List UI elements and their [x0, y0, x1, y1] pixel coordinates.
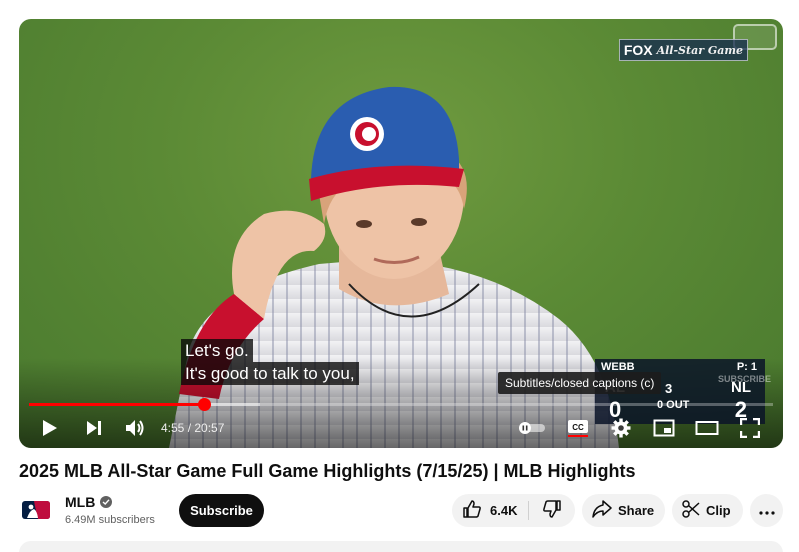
time-display: 4:55 / 20:57 [161, 421, 225, 435]
mlb-logo-icon [22, 501, 50, 519]
like-button[interactable]: 6.4K [452, 494, 528, 527]
fullscreen-icon [740, 418, 760, 438]
caption-line: Let's go. [181, 339, 253, 362]
miniplayer-button[interactable] [649, 411, 679, 445]
share-icon [592, 500, 612, 521]
player-controls: 4:55 / 20:57 CC [19, 411, 783, 445]
progress-bar[interactable] [29, 398, 773, 411]
play-icon [42, 419, 58, 437]
channel-name-label[interactable]: MLB [65, 494, 95, 510]
caption-line: It's good to talk to you, [181, 362, 359, 385]
played-bar [29, 403, 204, 406]
mute-button[interactable] [120, 411, 150, 445]
network-logo: FOX [623, 42, 653, 58]
autoplay-toggle-icon [518, 421, 546, 435]
description-card[interactable] [19, 541, 783, 552]
thumbs-up-icon [462, 499, 482, 522]
broadcast-logo: FOX All-Star Game [618, 39, 748, 61]
scissors-icon [682, 500, 700, 521]
subscribe-watermark[interactable]: SUBSCRIBE [718, 374, 771, 384]
thumbs-down-icon [542, 499, 562, 522]
share-button[interactable]: Share [582, 494, 665, 527]
channel-name[interactable]: MLB [65, 494, 113, 510]
svg-text:CC: CC [572, 423, 584, 432]
like-count: 6.4K [490, 503, 518, 518]
more-actions-button[interactable] [750, 494, 783, 527]
dislike-button[interactable] [529, 494, 575, 527]
watch-page: FOX All-Star Game Let's go. It's good to… [0, 0, 799, 552]
captions-tooltip: Subtitles/closed captions (c) [498, 372, 662, 394]
settings-icon [611, 418, 631, 438]
cc-icon: CC [567, 418, 589, 438]
channel-avatar[interactable] [20, 497, 52, 523]
video-player[interactable]: FOX All-Star Game Let's go. It's good to… [19, 19, 783, 448]
subtitles-button[interactable]: CC [563, 411, 593, 445]
theater-mode-button[interactable] [692, 411, 722, 445]
more-icon [758, 503, 775, 518]
fullscreen-button[interactable] [735, 411, 765, 445]
miniplayer-icon [653, 419, 675, 437]
next-button[interactable] [79, 411, 109, 445]
like-dislike-group: 6.4K [452, 494, 575, 527]
clip-label: Clip [706, 503, 731, 518]
settings-button[interactable] [606, 411, 636, 445]
autoplay-toggle[interactable] [516, 411, 548, 445]
event-logo: All-Star Game [656, 43, 743, 57]
scrubber-handle[interactable] [197, 398, 211, 411]
theater-icon [695, 420, 719, 436]
inning: 3 [665, 381, 673, 396]
subscribe-button[interactable]: Subscribe [179, 494, 264, 527]
video-title: 2025 MLB All-Star Game Full Game Highlig… [19, 461, 636, 481]
volume-icon [125, 419, 145, 437]
share-label: Share [618, 503, 655, 518]
next-icon [86, 420, 102, 436]
play-button[interactable] [35, 411, 65, 445]
subscriber-count: 6.49M subscribers [65, 514, 155, 526]
captions-window: Let's go. It's good to talk to you, [181, 339, 359, 385]
verified-badge-icon [100, 496, 113, 508]
clip-button[interactable]: Clip [672, 494, 743, 527]
pitch-count: P: 1 [736, 361, 757, 373]
